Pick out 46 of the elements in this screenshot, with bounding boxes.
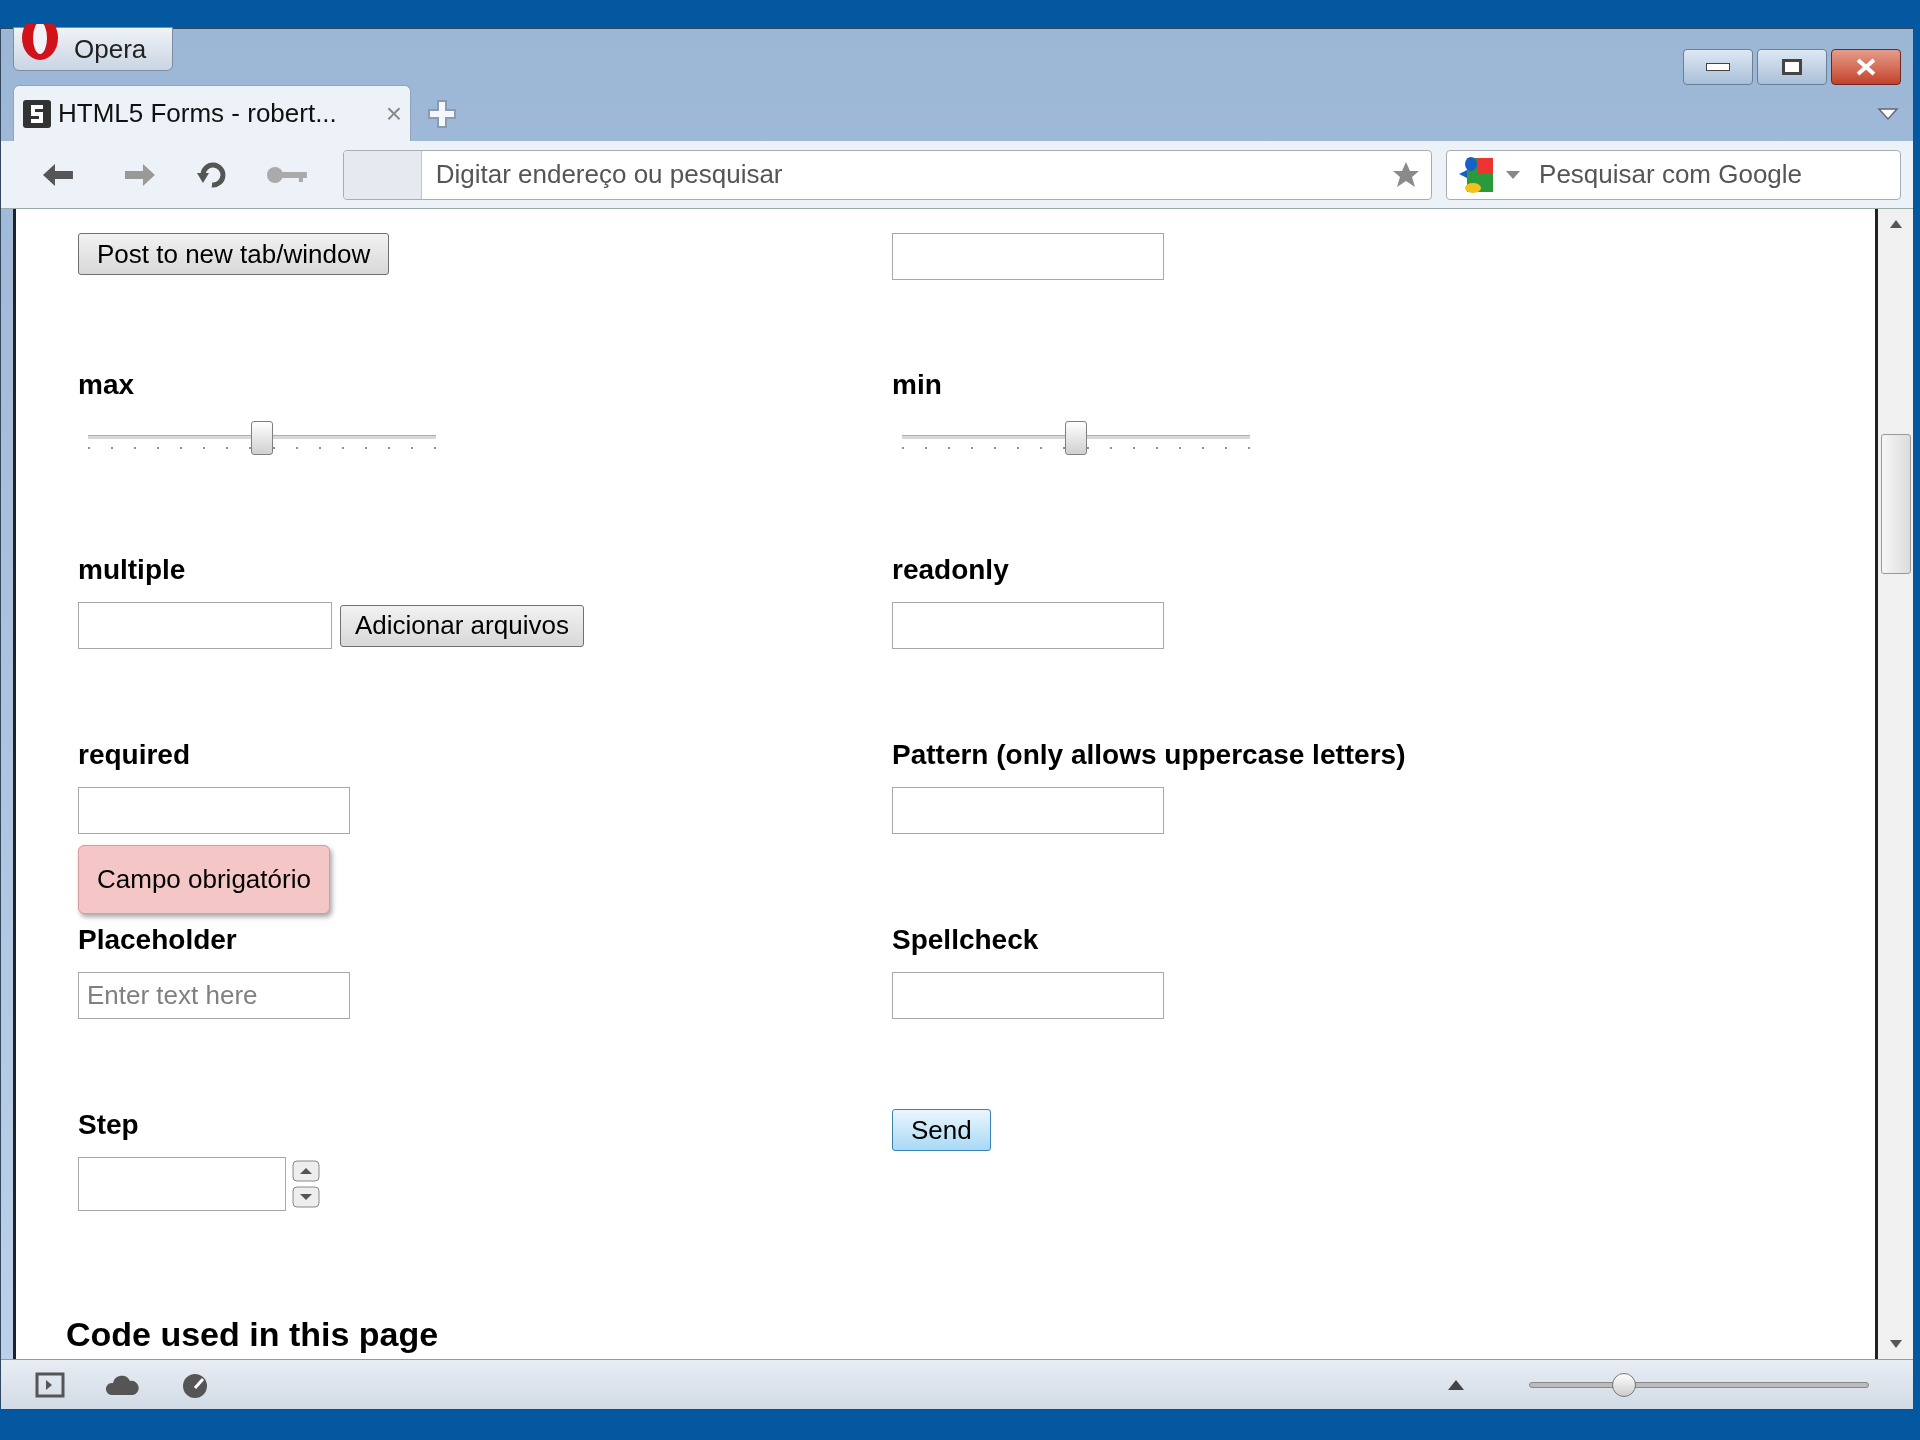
slider-thumb[interactable] <box>251 421 273 455</box>
number-field[interactable] <box>78 1157 286 1211</box>
send-button[interactable]: Send <box>892 1109 991 1151</box>
html5-icon <box>22 98 52 129</box>
panel-toggle-icon[interactable] <box>35 1371 65 1398</box>
text-field[interactable] <box>892 602 1164 649</box>
up-arrow-icon[interactable] <box>1447 1378 1465 1391</box>
text-field[interactable] <box>892 787 1164 834</box>
add-files-button[interactable]: Adicionar arquivos <box>340 604 584 647</box>
opera-menu-button[interactable]: Opera <box>13 27 173 71</box>
text-field[interactable] <box>892 233 1164 280</box>
file-name-field[interactable] <box>78 602 332 649</box>
text-field[interactable] <box>892 972 1164 1019</box>
search-bar[interactable]: Pesquisar com Google <box>1446 149 1901 200</box>
slider-thumb[interactable] <box>1065 421 1087 455</box>
caret-icon[interactable] <box>1877 107 1899 121</box>
up-arrow-icon[interactable] <box>1888 219 1903 229</box>
minimize-button[interactable] <box>1683 49 1753 85</box>
field-label: Step <box>78 1109 139 1141</box>
search-engine-icon <box>1457 155 1496 194</box>
down-arrow-icon[interactable] <box>1888 1339 1903 1349</box>
close-icon <box>1855 58 1877 76</box>
browser-tab[interactable]: HTML5 Forms - robert... × <box>13 85 411 141</box>
slider-thumb[interactable] <box>1612 1372 1637 1397</box>
tab-title: HTML5 Forms - robert... <box>58 97 338 130</box>
new-tab-icon[interactable] <box>427 99 457 129</box>
spinner-buttons[interactable] <box>292 1160 320 1208</box>
scroll-thumb[interactable] <box>1880 434 1911 574</box>
search-field[interactable]: Pesquisar com Google <box>1531 150 1890 199</box>
field-label: Pattern (only allows uppercase letters) <box>892 739 1406 771</box>
section-heading: Code used in this page <box>66 1316 440 1352</box>
field-label: readonly <box>892 554 1009 586</box>
field-label: min <box>892 369 942 401</box>
field-label: Placeholder <box>78 924 237 956</box>
post-button[interactable]: Post to new tab/window <box>78 233 390 275</box>
scrollbar[interactable] <box>1875 209 1913 1359</box>
field-label: multiple <box>78 554 186 586</box>
field-label: required <box>78 739 191 771</box>
text-field[interactable]: Enter text here <box>78 972 350 1019</box>
caret-icon[interactable] <box>1505 169 1522 180</box>
maximize-button[interactable] <box>1757 49 1827 85</box>
close-button[interactable] <box>1831 49 1901 85</box>
field-label: Spellcheck <box>892 924 1039 956</box>
validation-tooltip: Campo obrigatório <box>78 845 330 914</box>
field-label: max <box>78 369 135 401</box>
text-field[interactable] <box>78 787 350 834</box>
